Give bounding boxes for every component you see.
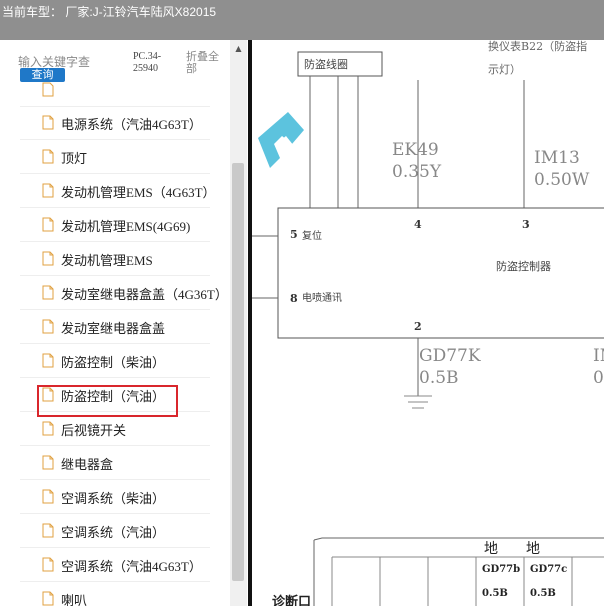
tree-item[interactable]: 空调系统（柴油） (20, 480, 210, 514)
tree-item-label: 电源系统（汽油4G63T） (61, 117, 202, 132)
coil-box-label: 防盗线圈 (304, 57, 348, 71)
tree-item[interactable]: 喇叭 (20, 582, 210, 606)
file-icon (42, 285, 54, 300)
wire-size-im-partial: 0 (593, 368, 604, 388)
sidebar-scrollbar[interactable]: ▲ (230, 40, 247, 606)
ground-label-2: 地 (526, 541, 540, 557)
pin-8-label: 电喷通讯 (302, 291, 342, 304)
table-code-2: GD77c (530, 564, 567, 575)
wire-code-ek49: EK49 (392, 140, 439, 160)
tree-item-label: 发动室继电器盒盖（4G36T） (61, 287, 228, 302)
tree-item-label: 空调系统（柴油） (61, 491, 166, 506)
wire-code-im-partial: IM (593, 346, 604, 366)
tree-item-label: 发动机管理EMS (61, 253, 153, 268)
file-icon (42, 557, 54, 572)
wire-code-gd77k: GD77K (419, 346, 481, 366)
scroll-up-arrow-icon[interactable]: ▲ (230, 44, 247, 56)
wire-size-gd77k: 0.5B (419, 368, 459, 388)
collapse-all-button[interactable]: 折叠全部 (186, 51, 228, 75)
file-icon (42, 523, 54, 538)
model-code-label: PC.34-25940 (133, 51, 162, 74)
tree-item-label: 发动机管理EMS（4G63T） (61, 185, 216, 200)
file-icon (42, 217, 54, 232)
wiring-diagram: 防盗线圈 换仪表B22（防盗指 示灯） EK49 0.35Y IM13 0.50… (252, 40, 604, 606)
file-icon (42, 149, 54, 164)
pin-8: 8 (290, 292, 298, 305)
instrument-label-2: 示灯） (488, 63, 521, 76)
tree-item-label: 发动室继电器盒盖 (61, 321, 166, 336)
controller-label: 防盗控制器 (496, 259, 551, 273)
tree-item-label: 顶灯 (61, 151, 88, 166)
file-icon (42, 251, 54, 266)
current-vehicle-title: 当前车型： 厂家:J-江铃汽车陆风X82015 (2, 5, 217, 19)
pin-4: 4 (414, 218, 422, 231)
ground-label-1: 地 (484, 541, 498, 557)
pin-5: 5 (290, 228, 298, 241)
instrument-label: 换仪表B22（防盗指 (488, 40, 587, 53)
sidebar: 输入关键字查 查询 PC.34-25940 折叠全部 电源系统（汽油4G63T）… (0, 40, 248, 606)
file-icon (42, 455, 54, 470)
table-size-2: 0.5B (530, 588, 556, 599)
pin-2: 2 (414, 320, 422, 333)
tree-item[interactable]: 顶灯 (20, 140, 210, 174)
tree-item-label: 发动机管理EMS(4G69) (61, 219, 191, 234)
selected-item-highlight (37, 385, 178, 417)
wire-code-im13: IM13 (534, 148, 580, 168)
watermark-logo (258, 112, 304, 168)
tree-item[interactable]: 空调系统（汽油4G63T） (20, 548, 210, 582)
tree-item-label: 防盗控制（柴油） (61, 355, 166, 370)
tree-item[interactable]: 后视镜开关 (20, 412, 210, 446)
diag-port-label: 诊断口 (272, 594, 311, 606)
pin-3: 3 (522, 218, 530, 231)
tree-item[interactable]: 发动室继电器盒盖（4G36T） (20, 276, 228, 310)
file-icon (42, 115, 54, 130)
tree-item-label: 空调系统（汽油4G63T） (61, 559, 202, 574)
file-icon (42, 489, 54, 504)
file-icon (42, 421, 54, 436)
tree-item-label: 喇叭 (61, 593, 88, 606)
tree-item-label: 继电器盒 (61, 457, 114, 472)
table-size-1: 0.5B (482, 588, 508, 599)
file-icon (42, 591, 54, 606)
file-icon (42, 183, 54, 198)
wiring-diagram-svg: 防盗线圈 换仪表B22（防盗指 示灯） EK49 0.35Y IM13 0.50… (252, 40, 604, 606)
tree-item[interactable]: 发动机管理EMS(4G69) (20, 208, 210, 242)
controller-box (277, 207, 604, 339)
tree-list: 电源系统（汽油4G63T） 顶灯 发动机管理EMS（4G63T） 发动机管理EM… (20, 82, 230, 606)
file-icon (42, 353, 54, 368)
wire-size-im13: 0.50W (534, 170, 590, 190)
tree-item[interactable]: 电源系统（汽油4G63T） (20, 106, 210, 140)
wire-size-ek49: 0.35Y (392, 162, 442, 182)
table-code-1: GD77b (482, 564, 520, 575)
tree-item-selected[interactable]: 防盗控制（柴油） (20, 344, 210, 378)
tree-item[interactable]: 发动机管理EMS（4G63T） (20, 174, 216, 208)
tree-item-partial[interactable] (20, 73, 210, 107)
tree-item[interactable]: 继电器盒 (20, 446, 210, 480)
tree-item-label: 后视镜开关 (61, 423, 127, 438)
pin-5-label: 复位 (302, 229, 322, 242)
scroll-thumb[interactable] (232, 163, 244, 581)
file-icon (42, 82, 54, 97)
title-bar: 当前车型： 厂家:J-江铃汽车陆风X82015 (0, 0, 604, 40)
tree-item[interactable]: 发动室继电器盒盖 (20, 310, 210, 344)
tree-item[interactable]: 发动机管理EMS (20, 242, 210, 276)
file-icon (42, 319, 54, 334)
tree-item[interactable]: 空调系统（汽油） (20, 514, 210, 548)
tree-item-label: 空调系统（汽油） (61, 525, 166, 540)
